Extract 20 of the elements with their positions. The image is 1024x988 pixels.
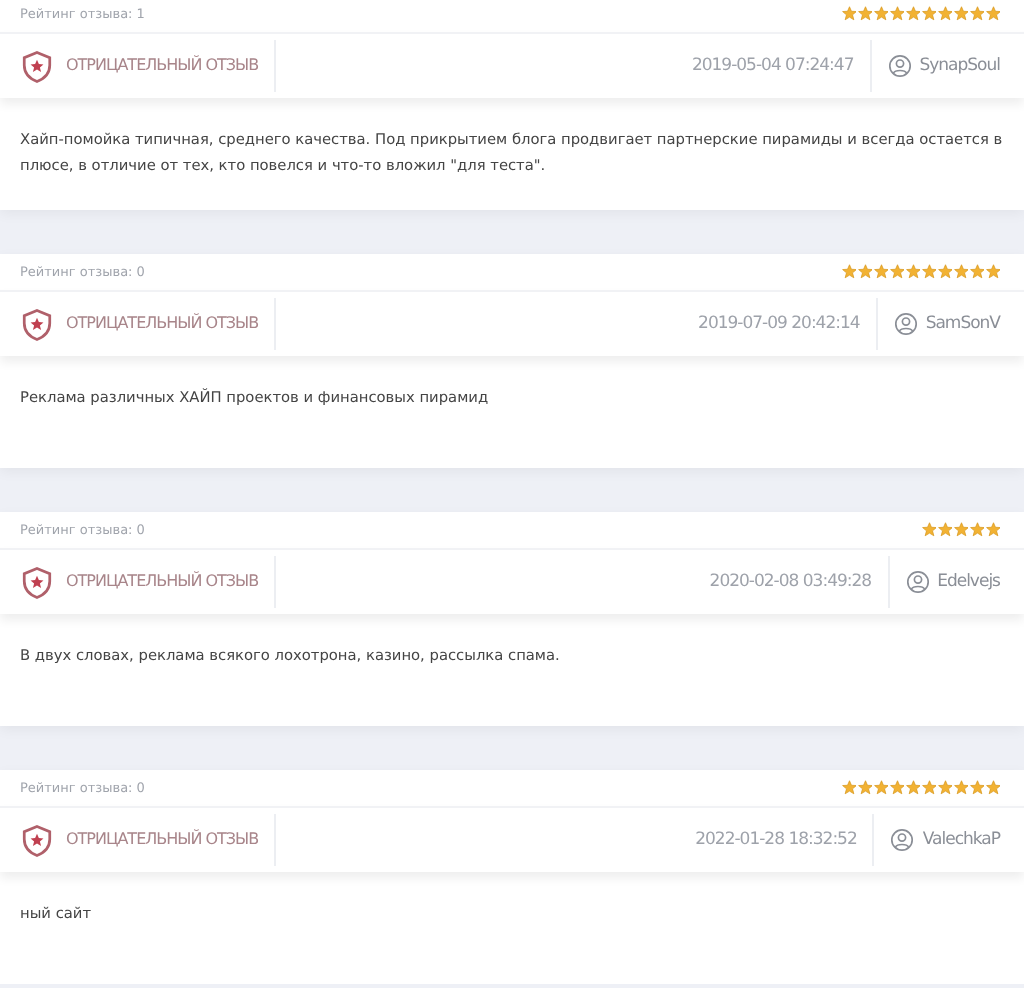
user-icon — [890, 828, 915, 852]
review-date: 2022-01-28 18:32:52 — [695, 814, 875, 866]
author-name: ValechkaP — [922, 830, 1000, 850]
review-type: ОТРИЦАТЕЛЬНЫЙ ОТЗЫВ — [66, 40, 277, 92]
shield-star-icon — [20, 49, 54, 83]
author-name: SamSonV — [925, 314, 1000, 334]
author-name: Edelvejs — [937, 572, 1000, 592]
shield-star-icon — [20, 307, 54, 341]
review-date: 2019-05-04 07:24:47 — [691, 40, 872, 92]
review-date: 2020-02-08 03:49:28 — [709, 556, 890, 608]
user-icon — [905, 570, 930, 594]
review-type: ОТРИЦАТЕЛЬНЫЙ ОТЗЫВ — [66, 298, 277, 350]
shield-star-icon — [20, 565, 54, 599]
shield-star-icon — [20, 823, 54, 857]
review-type: ОТРИЦАТЕЛЬНЫЙ ОТЗЫВ — [66, 814, 277, 866]
user-icon — [887, 54, 912, 78]
author-name: SynapSoul — [919, 56, 1000, 76]
review-date: 2019-07-09 20:42:14 — [698, 298, 878, 350]
user-icon — [893, 312, 918, 336]
review-type: ОТРИЦАТЕЛЬНЫЙ ОТЗЫВ — [66, 556, 277, 608]
